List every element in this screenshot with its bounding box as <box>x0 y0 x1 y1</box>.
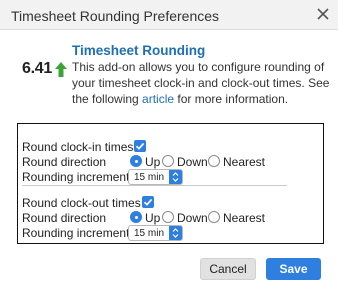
up-arrow-icon <box>54 61 67 77</box>
clock-in-round-label: Round clock-in times <box>22 140 134 154</box>
radio-unselected-icon <box>208 155 220 167</box>
radio-unselected-icon <box>162 211 174 223</box>
rounding-settings-panel: Round clock-in times Round direction Up … <box>17 123 324 244</box>
clock-out-round-row: Round clock-out times <box>22 196 312 210</box>
clock-in-round-row: Round clock-in times <box>22 140 312 154</box>
close-icon[interactable] <box>314 5 332 23</box>
radio-selected-icon <box>130 211 142 223</box>
radio-unselected-icon <box>162 155 174 167</box>
save-button[interactable]: Save <box>266 258 321 280</box>
dialog-title: Timesheet Rounding Preferences <box>11 8 220 24</box>
clock-out-increment-row: Rounding increment 15 min <box>22 225 312 241</box>
radio-selected-icon <box>130 155 142 167</box>
addon-logo-text: 6.41 <box>22 60 52 77</box>
addon-heading: Timesheet Rounding <box>72 43 206 58</box>
radio-unselected-icon <box>208 211 220 223</box>
updown-chevron-icon <box>169 170 182 184</box>
updown-chevron-icon <box>169 226 182 240</box>
cancel-button[interactable]: Cancel <box>200 258 256 280</box>
addon-description: This add-on allows you to configure roun… <box>72 60 330 106</box>
clock-in-direction-row: Round direction Up Down Nearest <box>22 155 266 169</box>
clock-in-round-checkbox[interactable] <box>134 140 146 152</box>
clock-out-round-label: Round clock-out times <box>22 196 141 210</box>
clock-in-direction-label: Round direction <box>22 155 107 169</box>
section-divider <box>22 185 287 186</box>
clock-out-direction-row: Round direction Up Down Nearest <box>22 211 266 225</box>
clock-in-increment-select[interactable]: 15 min <box>128 169 183 185</box>
clock-out-increment-label: Rounding increment <box>22 226 130 240</box>
clock-out-direction-label: Round direction <box>22 211 107 225</box>
addon-logo: 6.41 <box>22 59 67 79</box>
clock-out-round-checkbox[interactable] <box>142 196 154 208</box>
rounding-preferences-dialog: Timesheet Rounding Preferences 6.41 Time… <box>0 0 338 296</box>
article-link[interactable]: article <box>142 92 174 106</box>
clock-in-increment-row: Rounding increment 15 min <box>22 169 312 185</box>
clock-in-increment-label: Rounding increment <box>22 170 130 184</box>
clock-out-increment-select[interactable]: 15 min <box>128 225 183 241</box>
dialog-titlebar: Timesheet Rounding Preferences <box>0 0 338 30</box>
